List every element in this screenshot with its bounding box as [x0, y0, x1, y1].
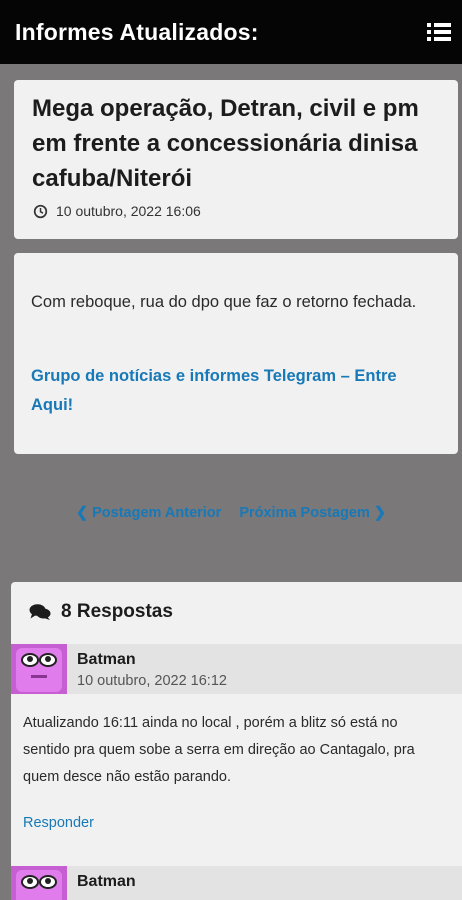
post-navigation: ❮ Postagem Anterior Próxima Postagem ❯: [0, 505, 462, 533]
comment-header: Batman: [11, 866, 462, 900]
comment-author[interactable]: Batman: [77, 651, 136, 669]
post-body-card: Com reboque, rua do dpo que faz o retorn…: [14, 253, 458, 454]
comment-header: Batman 10 outubro, 2022 16:12: [11, 644, 462, 694]
reply-link[interactable]: Responder: [23, 815, 94, 831]
next-post-link[interactable]: Próxima Postagem ❯: [239, 505, 386, 533]
comment-date[interactable]: 10 outubro, 2022 16:12: [77, 673, 227, 689]
previous-post-link[interactable]: ❮ Postagem Anterior: [76, 505, 221, 533]
post-date-row: 10 outubro, 2022 16:06: [33, 203, 201, 219]
telegram-group-link[interactable]: Grupo de notícias e informes Telegram – …: [31, 362, 441, 420]
avatar: [11, 644, 67, 694]
post-title-card: Mega operação, Detran, civil e pm em fre…: [14, 80, 458, 239]
top-bar: Informes Atualizados:: [0, 0, 462, 64]
comment-text: Atualizando 16:11 ainda no local , porém…: [23, 715, 415, 785]
avatar: [11, 866, 67, 900]
comment-author[interactable]: Batman: [77, 873, 136, 891]
page-title: Informes Atualizados:: [15, 19, 259, 45]
comments-icon: [29, 604, 51, 620]
comments-section: 8 Respostas Batman 10 outubro, 2022 16:1…: [11, 582, 462, 900]
menu-list-icon[interactable]: [426, 20, 452, 44]
comments-header: 8 Respostas: [29, 601, 173, 623]
post-title: Mega operação, Detran, civil e pm em fre…: [32, 95, 419, 192]
clock-icon: [33, 204, 48, 218]
post-date: 10 outubro, 2022 16:06: [56, 203, 201, 219]
comments-count: 8 Respostas: [61, 601, 173, 622]
post-body-text: Com reboque, rua do dpo que faz o retorn…: [31, 293, 417, 311]
